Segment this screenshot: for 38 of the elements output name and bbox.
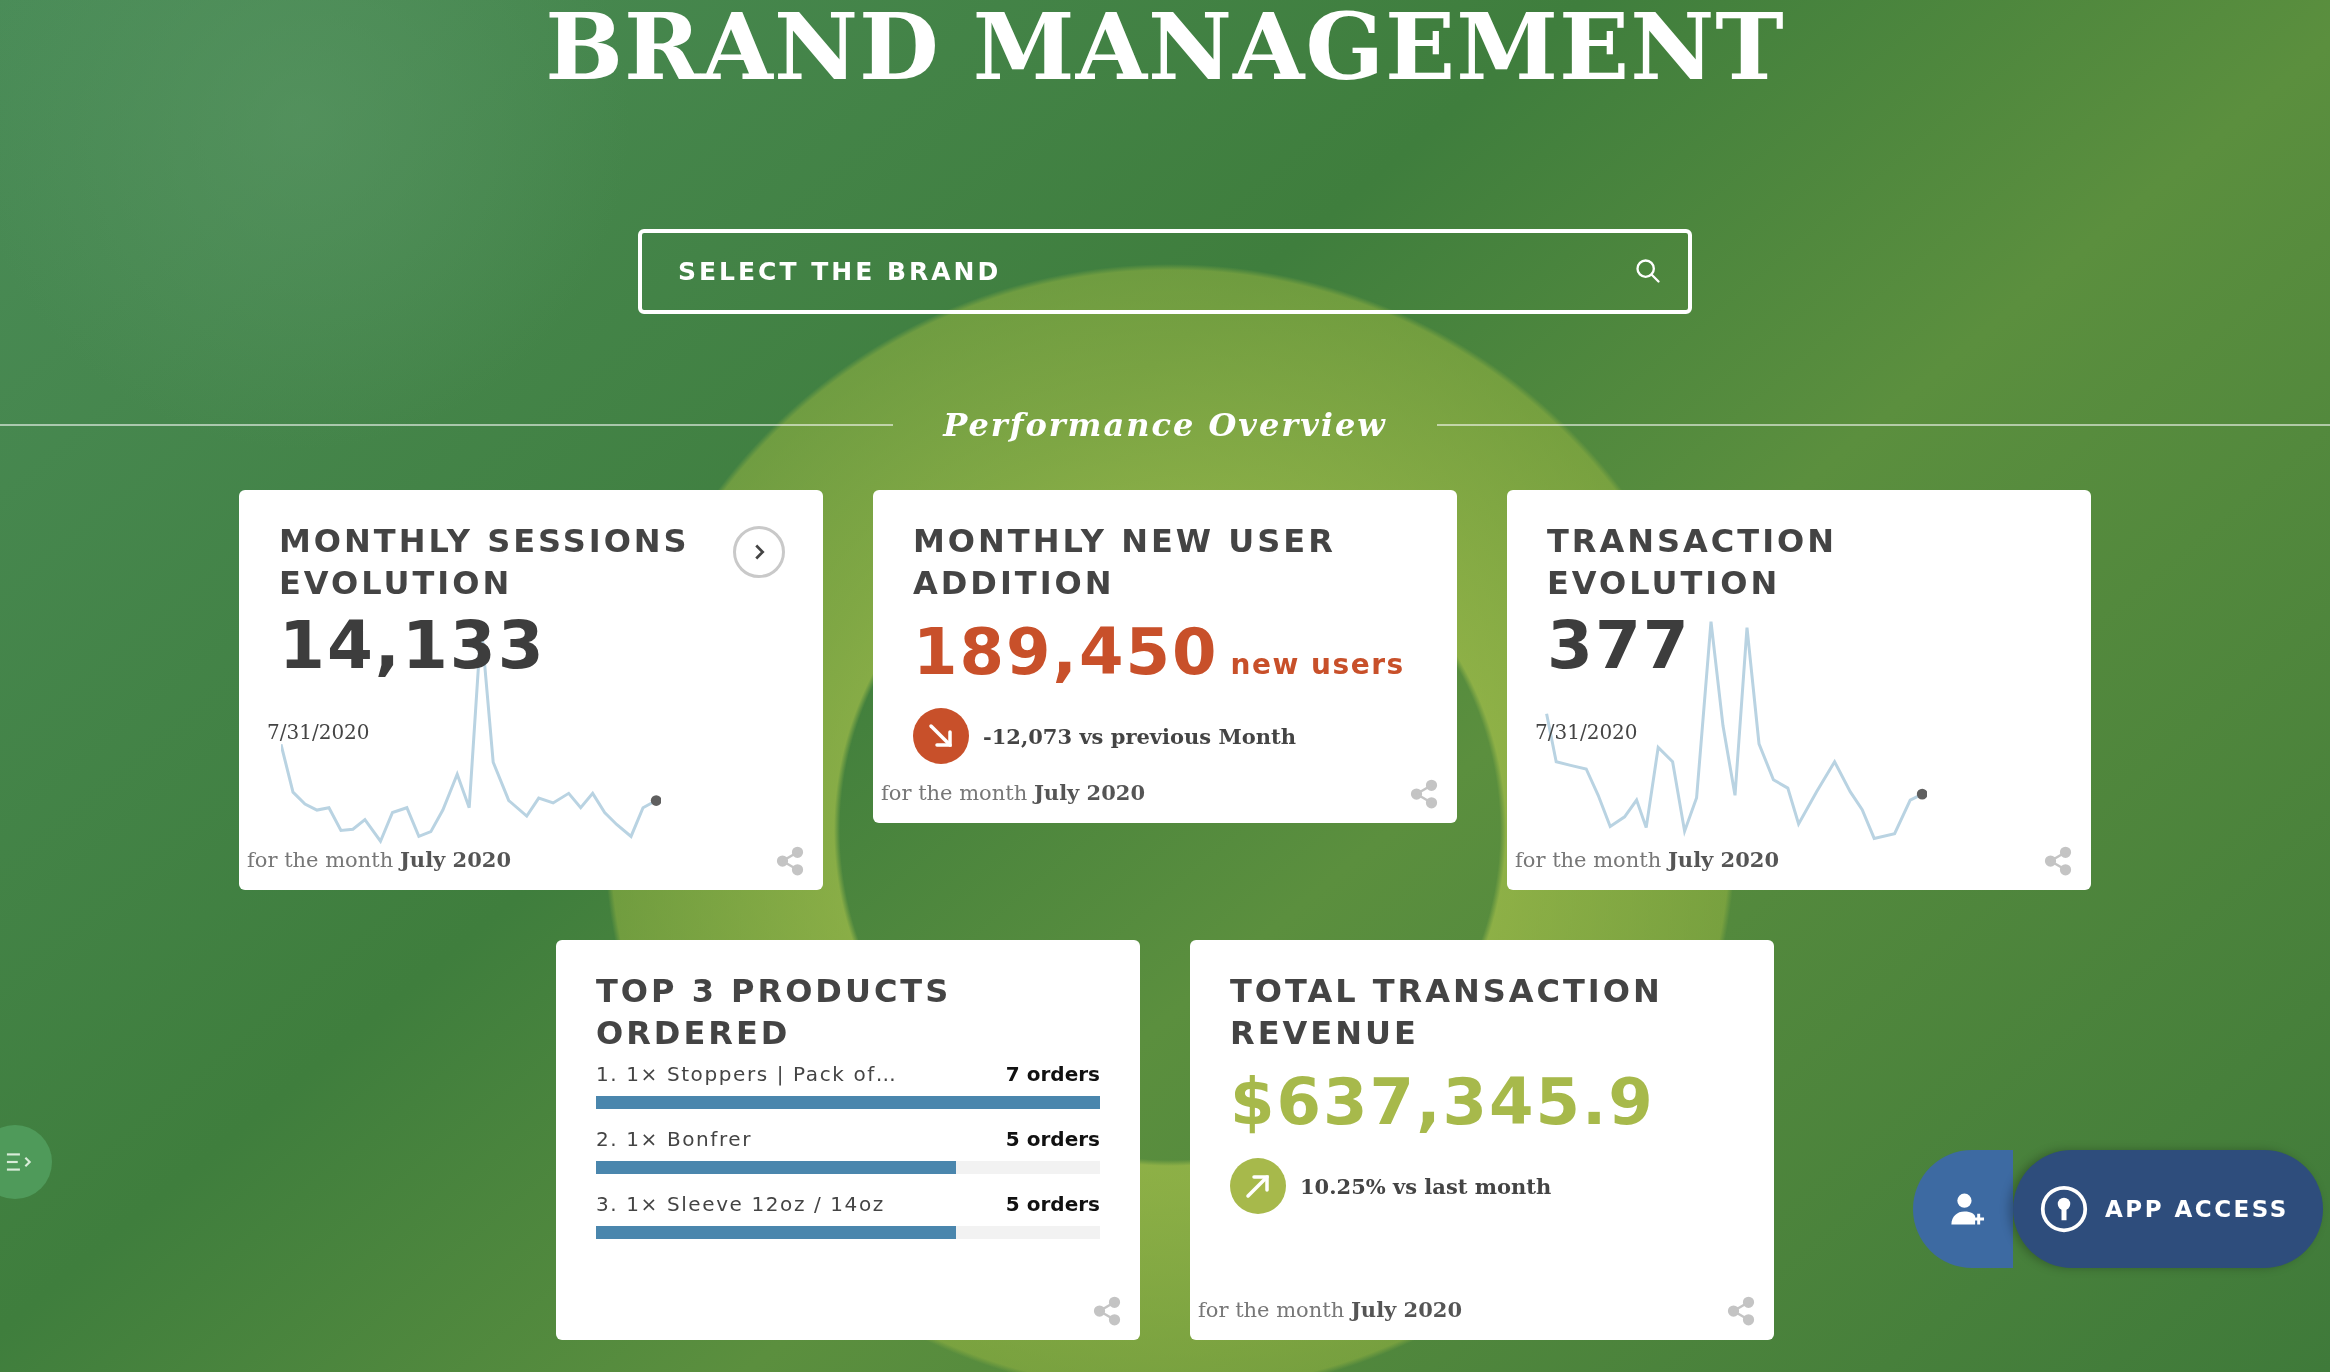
app-access-button[interactable]: APP ACCESS bbox=[2013, 1150, 2323, 1268]
period-label: for the month July 2020 bbox=[881, 779, 1147, 805]
share-icon[interactable] bbox=[775, 846, 805, 876]
product-label: 1. 1× Stoppers | Pack of… bbox=[596, 1062, 898, 1086]
keyhole-icon bbox=[2039, 1184, 2089, 1234]
next-button[interactable] bbox=[733, 526, 785, 578]
card-title: TRANSACTION EVOLUTION bbox=[1547, 521, 1839, 604]
menu-button[interactable] bbox=[0, 1125, 52, 1199]
card-title: TOP 3 PRODUCTS ORDERED bbox=[596, 971, 953, 1054]
order-count: 5 orders bbox=[1005, 1192, 1100, 1216]
period-label: for the month July 2020 bbox=[1198, 1296, 1464, 1322]
order-count: 7 orders bbox=[1005, 1062, 1100, 1086]
metric-value: 14,133 bbox=[279, 606, 547, 686]
search-icon[interactable] bbox=[1634, 257, 1662, 285]
search-field[interactable]: SELECT THE BRAND bbox=[638, 229, 1692, 314]
metric-value: 189,450 bbox=[913, 614, 1219, 691]
period-label: for the month July 2020 bbox=[1515, 846, 1781, 872]
card-title: TOTAL TRANSACTION REVENUE bbox=[1230, 971, 1664, 1054]
delta-text: -12,073 vs previous Month bbox=[983, 723, 1296, 749]
section-title: Performance Overview bbox=[943, 406, 1387, 444]
add-user-button[interactable] bbox=[1913, 1150, 2013, 1268]
share-icon[interactable] bbox=[1092, 1296, 1122, 1326]
share-icon[interactable] bbox=[1726, 1296, 1756, 1326]
page-title: BRAND MANAGEMENT bbox=[545, 0, 1785, 102]
unit-label: new users bbox=[1230, 648, 1405, 681]
date-label: 7/31/2020 bbox=[267, 720, 370, 744]
card-title: MONTHLY SESSIONS EVOLUTION bbox=[279, 521, 691, 604]
product-label: 3. 1× Sleeve 12oz / 14oz bbox=[596, 1192, 885, 1216]
order-count: 5 orders bbox=[1005, 1127, 1100, 1151]
period-label: for the month July 2020 bbox=[247, 846, 513, 872]
card-title: MONTHLY NEW USER ADDITION bbox=[913, 521, 1337, 604]
delta-text: 10.25% vs last month bbox=[1300, 1173, 1552, 1199]
date-label: 7/31/2020 bbox=[1535, 720, 1638, 744]
metric-value: 377 bbox=[1547, 606, 1692, 686]
product-label: 2. 1× Bonfrer bbox=[596, 1127, 753, 1151]
share-icon[interactable] bbox=[2043, 846, 2073, 876]
share-icon[interactable] bbox=[1409, 779, 1439, 809]
metric-value: $637,345.9 bbox=[1230, 1064, 1655, 1141]
